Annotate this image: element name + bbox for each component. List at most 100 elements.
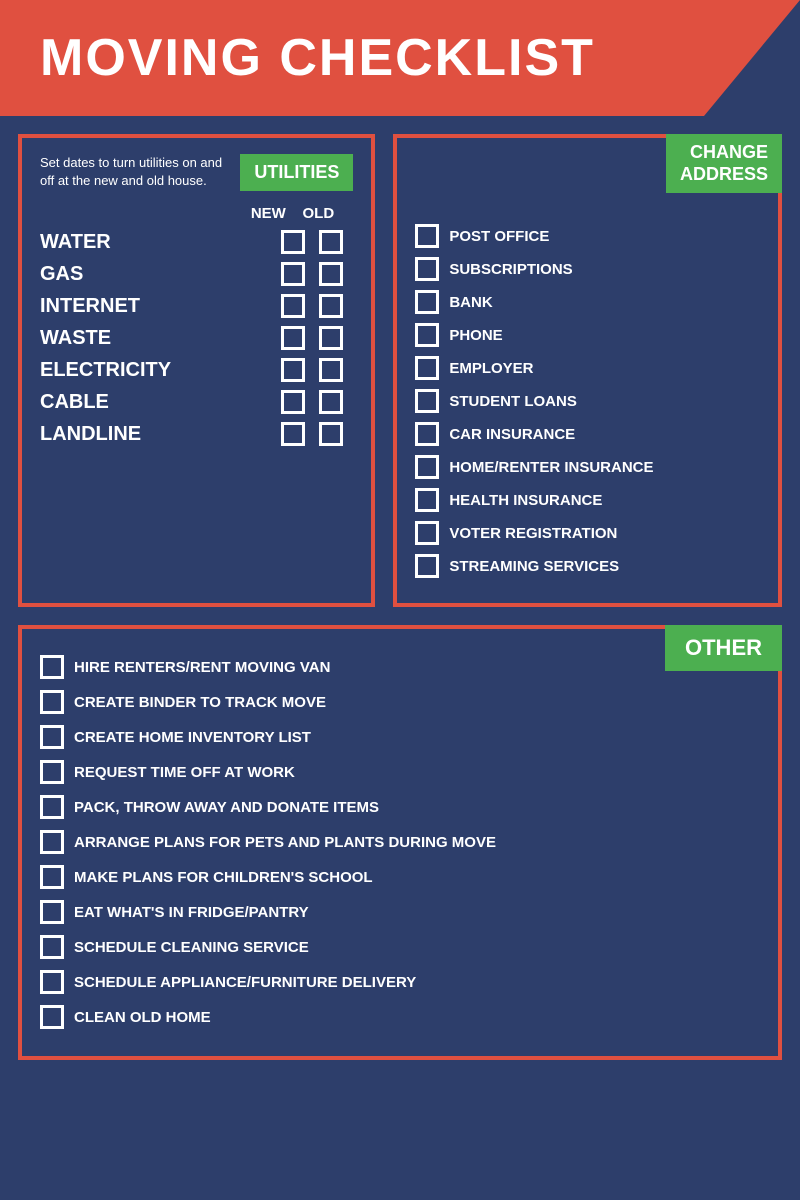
col-old-header: OLD [293,205,343,222]
address-checkbox[interactable] [415,521,439,545]
other-checkbox[interactable] [40,655,64,679]
address-item: PHONE [415,323,760,347]
other-checkbox[interactable] [40,1005,64,1029]
address-item-label: VOTER REGISTRATION [449,525,617,542]
utility-label: INTERNET [40,295,281,318]
other-section: OTHER HIRE RENTERS/RENT MOVING VAN CREAT… [18,625,782,1060]
address-item: POST OFFICE [415,224,760,248]
address-item: HEALTH INSURANCE [415,488,760,512]
checkbox-new[interactable] [281,358,305,382]
other-checkbox[interactable] [40,865,64,889]
header-banner: MOVING CHECKLIST [0,0,800,116]
address-checkbox[interactable] [415,488,439,512]
utility-label: WASTE [40,327,281,350]
checkbox-pair [281,294,353,318]
address-item: BANK [415,290,760,314]
col-new-header: NEW [243,205,293,222]
utility-row: WASTE [40,326,353,350]
other-item: CLEAN OLD HOME [40,1005,760,1029]
other-rows: HIRE RENTERS/RENT MOVING VAN CREATE BIND… [40,655,760,1029]
address-item: VOTER REGISTRATION [415,521,760,545]
address-item-label: EMPLOYER [449,360,533,377]
other-item-label: REQUEST TIME OFF AT WORK [74,764,295,781]
utility-label: ELECTRICITY [40,359,281,382]
other-item-label: SCHEDULE CLEANING SERVICE [74,939,309,956]
checkbox-pair [281,422,353,446]
other-item: SCHEDULE APPLIANCE/FURNITURE DELIVERY [40,970,760,994]
checkbox-pair [281,390,353,414]
checkbox-old[interactable] [319,358,343,382]
checkbox-old[interactable] [319,326,343,350]
address-checkbox[interactable] [415,422,439,446]
checkbox-new[interactable] [281,422,305,446]
other-checkbox[interactable] [40,690,64,714]
other-checkbox[interactable] [40,760,64,784]
col-headers: NEW OLD [40,205,353,222]
address-checkbox[interactable] [415,356,439,380]
other-item-label: SCHEDULE APPLIANCE/FURNITURE DELIVERY [74,974,416,991]
checkbox-pair [281,262,353,286]
utilities-section: Set dates to turn utilities on and off a… [18,134,375,607]
other-label: OTHER [665,625,782,671]
address-checkbox[interactable] [415,554,439,578]
address-item-label: SUBSCRIPTIONS [449,261,572,278]
other-item: CREATE HOME INVENTORY LIST [40,725,760,749]
utility-row: ELECTRICITY [40,358,353,382]
checkbox-pair [281,326,353,350]
other-item: PACK, THROW AWAY AND DONATE ITEMS [40,795,760,819]
address-item-label: HOME/RENTER INSURANCE [449,459,653,476]
utility-rows: WATER GAS INTERNET WASTE ELECTRICITY CAB… [40,230,353,446]
checkbox-old[interactable] [319,294,343,318]
utility-row: LANDLINE [40,422,353,446]
address-item-label: CAR INSURANCE [449,426,575,443]
other-item: CREATE BINDER TO TRACK MOVE [40,690,760,714]
address-item: STUDENT LOANS [415,389,760,413]
change-address-label: CHANGEADDRESS [666,134,782,193]
address-item-label: PHONE [449,327,502,344]
address-item: CAR INSURANCE [415,422,760,446]
checkbox-old[interactable] [319,230,343,254]
top-row: Set dates to turn utilities on and off a… [18,134,782,607]
utility-label: LANDLINE [40,423,281,446]
other-item: MAKE PLANS FOR CHILDREN'S SCHOOL [40,865,760,889]
address-checkbox[interactable] [415,257,439,281]
address-item-label: HEALTH INSURANCE [449,492,602,509]
other-item-label: CREATE HOME INVENTORY LIST [74,729,311,746]
address-rows: POST OFFICE SUBSCRIPTIONS BANK PHONE EMP… [415,224,760,578]
other-item-label: ARRANGE PLANS FOR PETS AND PLANTS DURING… [74,834,496,851]
checkbox-new[interactable] [281,230,305,254]
utility-row: INTERNET [40,294,353,318]
other-item: ARRANGE PLANS FOR PETS AND PLANTS DURING… [40,830,760,854]
checkbox-new[interactable] [281,262,305,286]
other-checkbox[interactable] [40,725,64,749]
page-title: MOVING CHECKLIST [40,28,760,88]
address-item: SUBSCRIPTIONS [415,257,760,281]
address-checkbox[interactable] [415,455,439,479]
other-checkbox[interactable] [40,795,64,819]
checkbox-pair [281,358,353,382]
utility-row: GAS [40,262,353,286]
other-item-label: PACK, THROW AWAY AND DONATE ITEMS [74,799,379,816]
other-checkbox[interactable] [40,830,64,854]
address-checkbox[interactable] [415,290,439,314]
other-item-label: CLEAN OLD HOME [74,1009,211,1026]
address-checkbox[interactable] [415,224,439,248]
other-checkbox[interactable] [40,935,64,959]
checkbox-new[interactable] [281,294,305,318]
checkbox-old[interactable] [319,262,343,286]
other-checkbox[interactable] [40,970,64,994]
checkbox-old[interactable] [319,390,343,414]
other-item-label: HIRE RENTERS/RENT MOVING VAN [74,659,330,676]
address-checkbox[interactable] [415,323,439,347]
address-item-label: POST OFFICE [449,228,549,245]
address-item: HOME/RENTER INSURANCE [415,455,760,479]
checkbox-old[interactable] [319,422,343,446]
other-item: HIRE RENTERS/RENT MOVING VAN [40,655,760,679]
other-checkbox[interactable] [40,900,64,924]
utility-row: WATER [40,230,353,254]
address-checkbox[interactable] [415,389,439,413]
checkbox-new[interactable] [281,326,305,350]
checkbox-new[interactable] [281,390,305,414]
address-item: EMPLOYER [415,356,760,380]
address-item: STREAMING SERVICES [415,554,760,578]
